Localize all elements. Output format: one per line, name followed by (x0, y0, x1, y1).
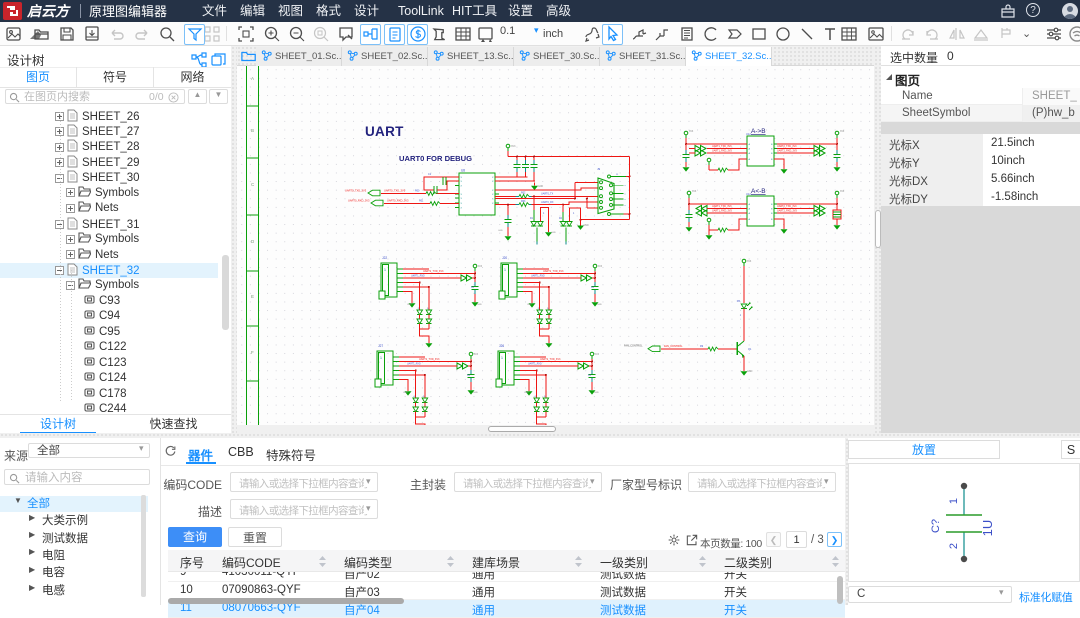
svg-text:B: B (251, 128, 254, 133)
svg-text:UART1_RXD: UART1_RXD (411, 275, 425, 278)
svg-text:1: 1 (501, 356, 503, 360)
svg-text:UART1_TXD_3V3: UART1_TXD_3V3 (423, 270, 444, 273)
svg-text:1: 1 (384, 268, 386, 272)
svg-text:3V3: 3V3 (598, 266, 603, 268)
svg-text:R00: R00 (415, 190, 420, 193)
svg-text:UART0 FOR DEBUG: UART0 FOR DEBUG (399, 154, 472, 163)
svg-text:FAN_CONTROL: FAN_CONTROL (664, 345, 683, 348)
svg-text:GND: GND (538, 186, 543, 188)
svg-text:UART1_TXD_3V3: UART1_TXD_3V3 (540, 358, 561, 361)
svg-text:3V3: 3V3 (595, 354, 600, 356)
svg-text:U12: U12 (746, 192, 751, 196)
svg-text:J9: J9 (597, 167, 601, 171)
svg-text:UART2_TXD_3V3: UART2_TXD_3V3 (777, 205, 797, 208)
svg-text:UART1_RXD: UART1_RXD (531, 275, 545, 278)
svg-text:J26: J26 (499, 344, 504, 348)
svg-text:U8: U8 (461, 169, 465, 173)
svg-text:UART0_RX: UART0_RX (541, 201, 554, 204)
svg-text:U12: U12 (746, 132, 751, 136)
svg-text:J22: J22 (382, 256, 387, 260)
svg-text:J27: J27 (378, 344, 383, 348)
svg-text:UART1_TXD_3V3: UART1_TXD_3V3 (419, 358, 440, 361)
svg-text:UART1_RXD: UART1_RXD (528, 363, 542, 366)
svg-text:GND: GND (407, 304, 412, 306)
svg-text:GND: GND (594, 392, 599, 394)
svg-text:GND: GND (527, 304, 532, 306)
svg-text:UART1_RXD_3V3: UART1_RXD_3V3 (712, 210, 732, 213)
svg-text:UART1_TXD_3V3: UART1_TXD_3V3 (712, 205, 732, 208)
svg-text:2: 2 (948, 543, 960, 549)
svg-text:UART1_TXD_3V3: UART1_TXD_3V3 (712, 145, 732, 148)
svg-text:F: F (251, 350, 254, 355)
svg-text:R02: R02 (521, 192, 526, 195)
svg-text:3V3: 3V3 (840, 130, 845, 133)
svg-text:UART0_TX: UART0_TX (541, 193, 554, 196)
svg-text:FAN_CONTROL: FAN_CONTROL (624, 345, 643, 348)
svg-text:3V3: 3V3 (747, 260, 752, 263)
svg-text:GND: GND (524, 392, 529, 394)
svg-text:1U: 1U (980, 520, 995, 537)
svg-text:UART2_RXD_3V3: UART2_RXD_3V3 (777, 210, 797, 213)
svg-text:GND: GND (498, 230, 503, 232)
svg-text:1: 1 (948, 498, 960, 504)
svg-text:A<-B: A<-B (751, 188, 766, 195)
svg-text:E: E (251, 294, 254, 299)
svg-text:1: 1 (380, 356, 382, 360)
svg-text:UART1_RXD: UART1_RXD (407, 363, 421, 366)
svg-text:UART0_TXD_3V3: UART0_TXD_3V3 (384, 189, 406, 193)
svg-text:GND: GND (551, 232, 556, 234)
svg-text:UART0_RXD_3V3: UART0_RXD_3V3 (348, 199, 370, 203)
svg-text:UART2_TXD_3V3: UART2_TXD_3V3 (777, 145, 797, 148)
svg-text:GND: GND (747, 370, 753, 373)
svg-text:3V3: 3V3 (689, 130, 694, 133)
svg-text:J20: J20 (502, 256, 507, 260)
svg-text:A->B: A->B (751, 128, 766, 135)
svg-text:GND: GND (584, 225, 589, 227)
svg-text:GND: GND (597, 304, 602, 306)
svg-text:3V3: 3V3 (692, 190, 697, 193)
svg-text:3V3: 3V3 (474, 354, 479, 356)
svg-text:3V3: 3V3 (478, 266, 483, 268)
svg-text:3V3: 3V3 (840, 190, 845, 193)
svg-text:1: 1 (504, 268, 506, 272)
svg-text:R01: R01 (419, 200, 424, 203)
svg-text:UART1_RXD_3V3: UART1_RXD_3V3 (712, 150, 732, 153)
svg-text:GND: GND (473, 392, 478, 394)
svg-text:UART0_TXD_3V3: UART0_TXD_3V3 (345, 189, 367, 193)
svg-text:GND: GND (477, 304, 482, 306)
svg-text:UART1_TXD_3V3: UART1_TXD_3V3 (543, 270, 564, 273)
svg-text:C?: C? (930, 519, 942, 533)
svg-text:GND: GND (403, 392, 408, 394)
svg-text:UART2_RXD_3V3: UART2_RXD_3V3 (777, 150, 797, 153)
svg-text:3V3: 3V3 (511, 145, 516, 148)
svg-text:R03: R03 (521, 200, 526, 203)
svg-text:UART0_RXD_3V3: UART0_RXD_3V3 (387, 199, 409, 203)
svg-text:A: A (251, 76, 254, 81)
svg-text:UART: UART (365, 124, 404, 139)
